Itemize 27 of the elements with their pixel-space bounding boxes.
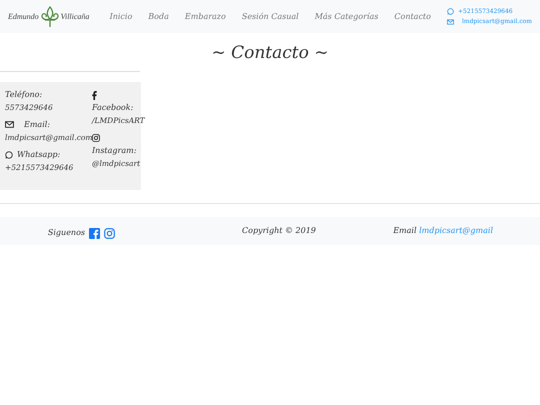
- follow-label: Siguenos: [48, 227, 85, 240]
- nav-link[interactable]: Contacto: [386, 10, 439, 22]
- contact-label: Whatsapp:: [17, 149, 60, 162]
- facebook-icon[interactable]: [89, 228, 100, 239]
- email-label: Email: [393, 226, 417, 236]
- facebook-icon: [92, 90, 97, 100]
- contact-label: Email:: [24, 119, 50, 132]
- envelope-icon: [446, 18, 454, 24]
- contact-label: Instagram:: [92, 145, 138, 158]
- whatsapp-icon: [446, 8, 454, 15]
- instagram-icon[interactable]: [104, 228, 115, 239]
- nav-link[interactable]: Más Categorías: [306, 10, 386, 22]
- fleur-de-lis-icon[interactable]: [38, 4, 61, 28]
- nav-link[interactable]: Inicio: [102, 10, 140, 22]
- contact-label: Teléfono:: [5, 89, 42, 102]
- nav-link[interactable]: Embarazo: [176, 10, 234, 22]
- instagram-icon: [92, 134, 100, 142]
- nav-link[interactable]: Boda: [140, 10, 177, 22]
- envelope-icon: [5, 121, 14, 128]
- brand-name[interactable]: Edmundo: [8, 10, 39, 22]
- page-title: ~ Contacto ~: [210, 43, 330, 64]
- contact-label: Facebook:: [92, 102, 134, 114]
- copyright-text: Copyright © 2019: [242, 225, 316, 238]
- whatsapp-icon: [5, 150, 13, 159]
- brand-name[interactable]: Villicaña: [60, 10, 90, 22]
- nav-link[interactable]: Sesión Casual: [234, 10, 307, 22]
- email-link[interactable]: lmdpicsart@gmail: [419, 226, 493, 236]
